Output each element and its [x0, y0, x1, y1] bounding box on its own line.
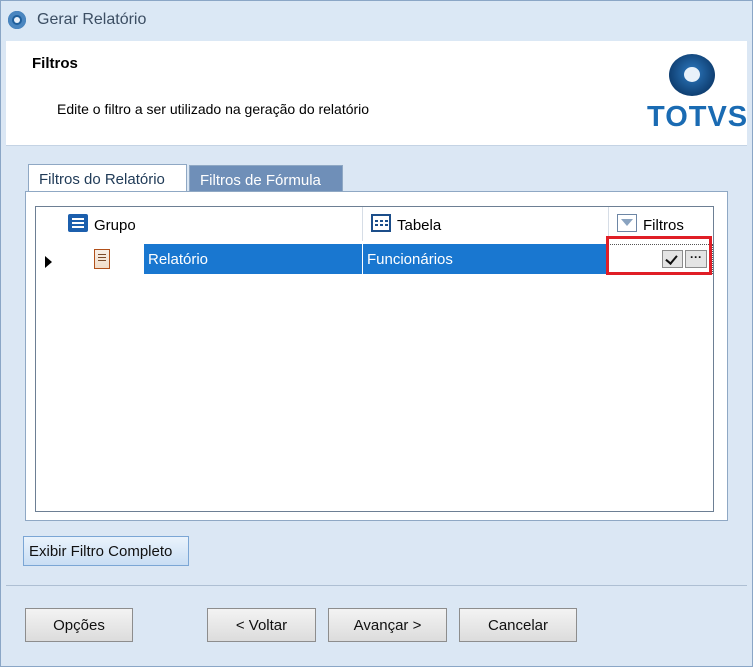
tab-filtros-de-formula[interactable]: Filtros de Fórmula — [189, 165, 343, 192]
tab-filtros-do-relatorio[interactable]: Filtros do Relatório — [28, 164, 187, 191]
page-description: Edite o filtro a ser utilizado na geraçã… — [57, 101, 370, 117]
wizard-header: Filtros Edite o filtro a ser utilizado n… — [6, 41, 747, 146]
title-bar: Gerar Relatório — [1, 1, 752, 41]
cell-tabela[interactable]: Funcionários — [362, 244, 608, 274]
cell-filtros[interactable]: ··· — [608, 244, 713, 274]
window-title: Gerar Relatório — [37, 11, 147, 28]
column-header-filtros[interactable]: Filtros — [608, 207, 713, 241]
table-row[interactable]: Relatório Funcionários ··· — [36, 244, 713, 274]
column-label-filtros: Filtros — [643, 217, 684, 234]
cell-grupo[interactable]: Relatório — [144, 244, 362, 274]
column-label-grupo: Grupo — [94, 217, 136, 234]
table-icon — [371, 214, 391, 232]
totvs-logo-icon — [669, 54, 715, 96]
report-wizard-window: Gerar Relatório Filtros Edite o filtro a… — [0, 0, 753, 667]
show-full-filter-button[interactable]: Exibir Filtro Completo — [23, 536, 189, 566]
page-title: Filtros — [32, 55, 78, 72]
current-row-arrow-icon — [45, 256, 52, 268]
cancel-button[interactable]: Cancelar — [459, 608, 577, 642]
options-button[interactable]: Opções — [25, 608, 133, 642]
group-list-icon — [68, 214, 88, 232]
report-notebook-icon — [94, 249, 110, 269]
edit-filter-ellipsis-button[interactable]: ··· — [685, 250, 707, 268]
totvs-logo-text: TOTVS — [647, 101, 749, 133]
totvs-app-icon — [8, 11, 26, 29]
column-header-grupo[interactable]: Grupo — [64, 207, 362, 241]
confirm-filter-button[interactable] — [662, 250, 683, 268]
column-label-tabela: Tabela — [397, 217, 442, 234]
column-header-tabela[interactable]: Tabela — [362, 207, 608, 241]
filter-funnel-icon — [617, 214, 637, 232]
next-button[interactable]: Avançar > — [328, 608, 447, 642]
footer-divider — [6, 585, 747, 586]
back-button[interactable]: < Voltar — [207, 608, 316, 642]
filters-grid[interactable]: Grupo Tabela Filtros Relatório Funcionár… — [35, 206, 714, 512]
